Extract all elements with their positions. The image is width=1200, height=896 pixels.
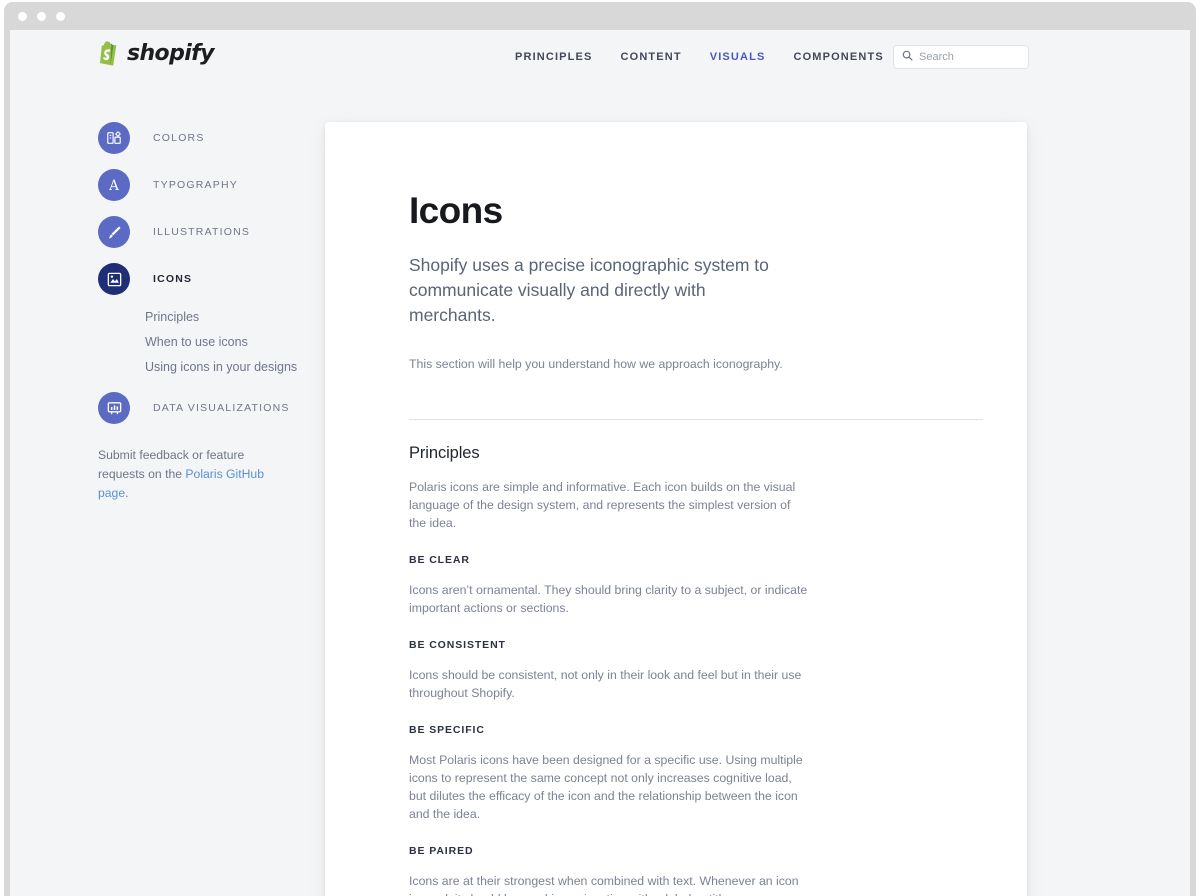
body-be-paired: Icons are at their strongest when combin… [409, 873, 799, 896]
eyebrow-be-specific: BE SPECIFIC [409, 723, 485, 736]
shopify-logo[interactable]: shopify [98, 41, 214, 66]
sidebar-subitem-when-to-use-icons[interactable]: When to use icons [145, 330, 328, 355]
page-lede: Shopify uses a precise iconographic syst… [409, 254, 769, 325]
sidebar-sublist: Principles When to use icons Using icons… [145, 305, 328, 380]
nav-item-content[interactable]: CONTENT [621, 51, 682, 63]
window-minimize-dot[interactable] [37, 11, 46, 21]
sidebar-label-colors: COLORS [153, 132, 205, 144]
page-title: Icons [409, 190, 503, 231]
chart-board-icon [98, 392, 130, 424]
browser-window: shopify PRINCIPLES CONTENT VISUALS COMPO… [4, 2, 1196, 896]
principles-intro: Polaris icons are simple and informative… [409, 479, 796, 530]
site-header: shopify PRINCIPLES CONTENT VISUALS COMPO… [10, 30, 1190, 90]
sidebar-subitem-principles[interactable]: Principles [145, 305, 328, 330]
search-icon [902, 48, 913, 66]
sidebar-footer-text-after: . [125, 486, 129, 500]
window-close-dot[interactable] [18, 11, 27, 21]
nav-item-components[interactable]: COMPONENTS [793, 51, 883, 63]
sidebar-label-illustrations: ILLUSTRATIONS [153, 226, 251, 238]
window-maximize-dot[interactable] [56, 11, 65, 21]
sidebar-footer: Submit feedback or feature requests on t… [98, 446, 288, 503]
nav-item-visuals[interactable]: VISUALS [710, 51, 766, 63]
section-divider-top [409, 418, 983, 420]
image-frame-icon [98, 263, 130, 295]
sidebar-label-typography: TYPOGRAPHY [153, 179, 238, 191]
body-be-clear: Icons aren’t ornamental. They should bri… [409, 582, 808, 615]
color-swatch-icon [98, 122, 130, 154]
sidebar-label-icons: ICONS [153, 273, 193, 285]
sidebar-item-typography[interactable]: A TYPOGRAPHY [98, 167, 328, 203]
search-input[interactable] [919, 51, 1019, 63]
search-box[interactable] [893, 45, 1029, 69]
eyebrow-be-consistent: BE CONSISTENT [409, 638, 506, 651]
shopify-wordmark: shopify [127, 41, 214, 66]
eyebrow-be-clear: BE CLEAR [409, 553, 470, 566]
sidebar-item-icons[interactable]: ICONS [98, 261, 328, 297]
sidebar-item-colors[interactable]: COLORS [98, 120, 328, 156]
body-be-consistent: Icons should be consistent, not only in … [409, 667, 802, 700]
browser-titlebar [4, 2, 1196, 30]
sidebar: COLORS A TYPOGRAPHY ILLUSTRATIONS ICONS … [98, 120, 328, 503]
section-title-principles: Principles [409, 443, 480, 462]
sidebar-subitem-using-icons-in-your-designs[interactable]: Using icons in your designs [145, 355, 328, 380]
nav-item-principles[interactable]: PRINCIPLES [515, 51, 593, 63]
sidebar-label-data-visualizations: DATA VISUALIZATIONS [153, 402, 290, 414]
letter-a-icon: A [98, 169, 130, 201]
svg-text:A: A [108, 178, 119, 194]
paintbrush-icon [98, 216, 130, 248]
body-be-specific: Most Polaris icons have been designed fo… [409, 752, 803, 821]
eyebrow-be-paired: BE PAIRED [409, 844, 474, 857]
shopify-bag-icon [98, 41, 120, 66]
page-sub-lede: This section will help you understand ho… [409, 356, 783, 371]
page-viewport: shopify PRINCIPLES CONTENT VISUALS COMPO… [10, 30, 1190, 896]
sidebar-item-illustrations[interactable]: ILLUSTRATIONS [98, 214, 328, 250]
content-card: Icons Shopify uses a precise iconographi… [325, 122, 1027, 896]
sidebar-item-data-visualizations[interactable]: DATA VISUALIZATIONS [98, 390, 328, 426]
